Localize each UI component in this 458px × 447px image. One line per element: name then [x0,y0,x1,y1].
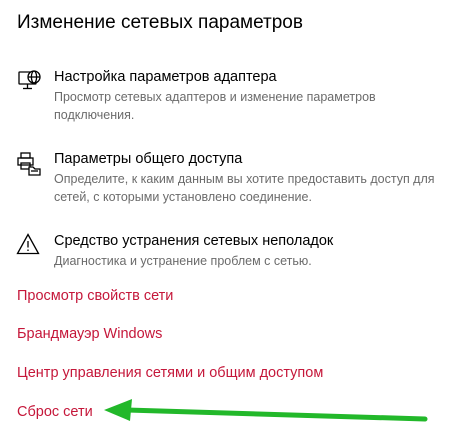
network-adapter-icon [16,68,42,94]
link-network-sharing-center[interactable]: Центр управления сетями и общим доступом [17,364,323,382]
page-title: Изменение сетевых параметров [17,12,303,33]
setting-adapter-options[interactable]: Настройка параметров адаптера Просмотр с… [0,68,458,134]
setting-desc-sharing: Определите, к каким данным вы хотите пре… [54,172,435,204]
sharing-printer-icon [16,150,42,176]
warning-triangle-icon [16,232,42,258]
setting-desc-troubleshooter: Диагностика и устранение проблем с сетью… [54,254,312,268]
link-windows-firewall[interactable]: Брандмауэр Windows [17,325,162,343]
link-network-properties[interactable]: Просмотр свойств сети [17,287,173,305]
setting-sharing-options[interactable]: Параметры общего доступа Определите, к к… [0,150,458,216]
setting-title-adapter[interactable]: Настройка параметров адаптера [54,68,277,86]
setting-desc-adapter: Просмотр сетевых адаптеров и изменение п… [54,90,376,122]
setting-title-troubleshooter[interactable]: Средство устранения сетевых неполадок [54,232,333,250]
link-network-reset[interactable]: Сброс сети [17,403,93,421]
setting-title-sharing[interactable]: Параметры общего доступа [54,150,242,168]
